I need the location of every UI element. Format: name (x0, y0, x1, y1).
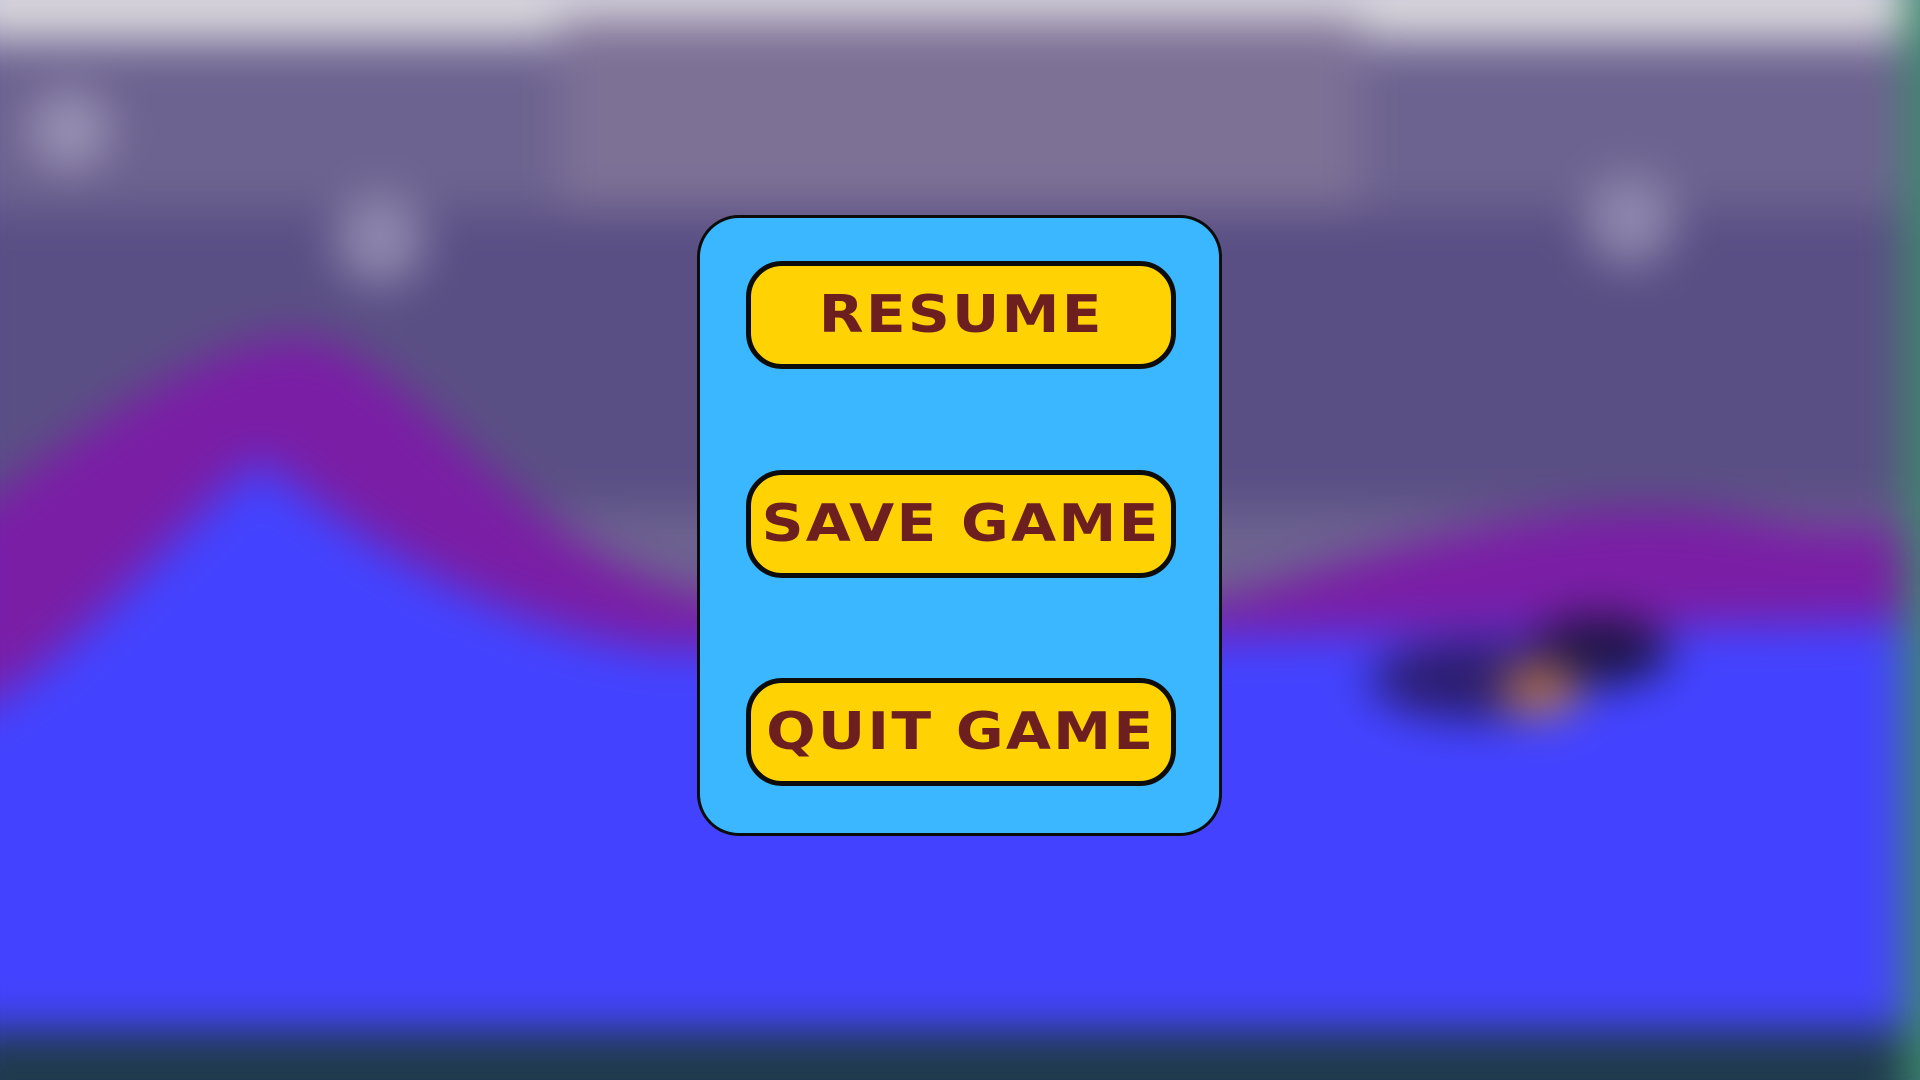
quit-game-button[interactable]: QUIT GAME (746, 678, 1176, 786)
game-scene: RESUME SAVE GAME QUIT GAME (0, 0, 1920, 1080)
save-game-button-label: SAVE GAME (761, 494, 1161, 554)
pause-menu-panel: RESUME SAVE GAME QUIT GAME (697, 215, 1222, 836)
quit-game-button-label: QUIT GAME (766, 702, 1156, 762)
resume-button[interactable]: RESUME (746, 261, 1176, 369)
save-game-button[interactable]: SAVE GAME (746, 470, 1176, 578)
resume-button-label: RESUME (818, 285, 1104, 345)
